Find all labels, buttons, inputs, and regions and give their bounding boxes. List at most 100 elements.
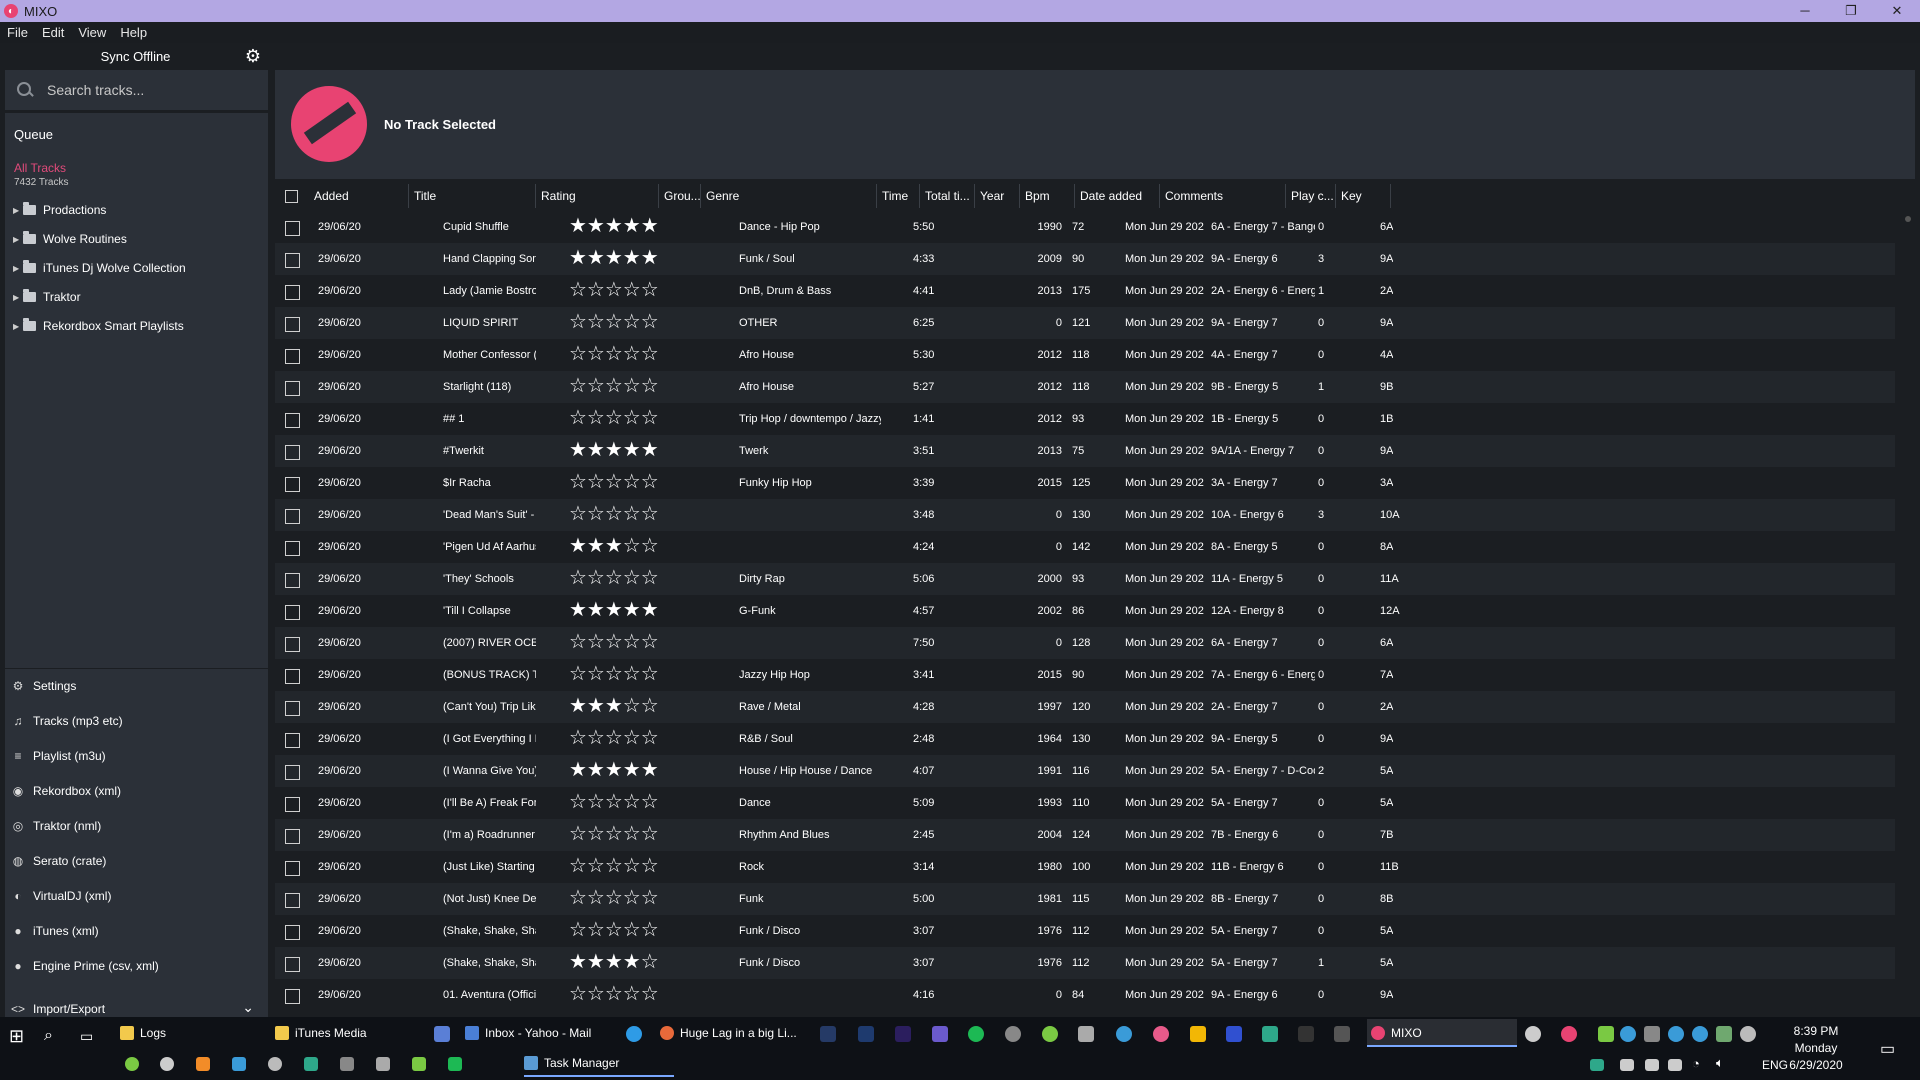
app-icon[interactable] bbox=[1226, 1026, 1242, 1042]
taskbar-app-logs[interactable]: Logs bbox=[120, 1019, 270, 1047]
rating-stars[interactable]: ★★★★★ bbox=[569, 435, 659, 467]
folder-wolve-routines[interactable]: ▶ Wolve Routines bbox=[13, 229, 127, 249]
tray-icon[interactable] bbox=[1645, 1059, 1659, 1071]
premiere-icon[interactable] bbox=[895, 1026, 911, 1042]
taskbar-app-itunes-media[interactable]: iTunes Media bbox=[275, 1019, 425, 1047]
rating-stars[interactable]: ★★★☆☆ bbox=[569, 691, 659, 723]
table-row[interactable]: 29/06/20 (2007) RIVER OCEAN FI 7:50 0 128 Mon… bbox=[275, 627, 1895, 659]
close-icon[interactable]: ✕ bbox=[1874, 0, 1920, 22]
row-checkbox[interactable] bbox=[285, 797, 300, 812]
rating-stars[interactable]: ★★★★★ bbox=[569, 243, 659, 275]
rating-stars[interactable]: ☆☆☆☆☆ bbox=[569, 915, 659, 947]
import-export-toggle[interactable]: <> Import/Export ⌄ bbox=[5, 999, 268, 1019]
column-header-added[interactable]: Added bbox=[309, 184, 409, 208]
tray-icon[interactable] bbox=[268, 1057, 282, 1071]
row-checkbox[interactable] bbox=[285, 541, 300, 556]
expand-arrow-icon[interactable]: ▶ bbox=[13, 322, 23, 331]
expand-arrow-icon[interactable]: ▶ bbox=[13, 235, 23, 244]
table-row[interactable]: 29/06/20 ## 1 Trip Hop / downtempo / Jazzy… bbox=[275, 403, 1895, 435]
row-checkbox[interactable] bbox=[285, 861, 300, 876]
tray-icon[interactable] bbox=[304, 1057, 318, 1071]
menu-file[interactable]: File bbox=[0, 25, 35, 40]
tray-icon[interactable] bbox=[1590, 1059, 1604, 1071]
virtualdj-export-item[interactable]: ◐ VirtualDJ (xml) bbox=[11, 886, 111, 906]
notification-icon[interactable]: ▭ bbox=[1880, 1035, 1895, 1063]
table-row[interactable]: 29/06/20 Lady (Jamie Bostron Ren DnB, Drum… bbox=[275, 275, 1895, 307]
import-export-item[interactable]: <> Import/Export bbox=[11, 999, 105, 1019]
app-icon[interactable] bbox=[1078, 1026, 1094, 1042]
app-icon[interactable] bbox=[1190, 1026, 1206, 1042]
all-tracks-item[interactable]: All Tracks bbox=[14, 161, 66, 175]
rating-stars[interactable]: ★★★★★ bbox=[569, 211, 659, 243]
row-checkbox[interactable] bbox=[285, 829, 300, 844]
expand-arrow-icon[interactable]: ▶ bbox=[13, 264, 23, 273]
rating-stars[interactable]: ★★★★☆ bbox=[569, 947, 659, 979]
windows-start-icon[interactable]: ⊞ bbox=[9, 1022, 24, 1050]
menu-view[interactable]: View bbox=[71, 25, 113, 40]
app-icon[interactable] bbox=[1042, 1026, 1058, 1042]
expand-arrow-icon[interactable]: ▶ bbox=[13, 206, 23, 215]
row-checkbox[interactable] bbox=[285, 989, 300, 1004]
column-header-date-added[interactable]: Date added bbox=[1075, 184, 1160, 208]
table-row[interactable]: 29/06/20 'Pigen Ud Af Aarhus' 4:24 0 142 Mon … bbox=[275, 531, 1895, 563]
rating-stars[interactable]: ☆☆☆☆☆ bbox=[569, 339, 659, 371]
itunes-export-item[interactable]: ● iTunes (xml) bbox=[11, 921, 98, 941]
rating-stars[interactable]: ☆☆☆☆☆ bbox=[569, 563, 659, 595]
taskbar-app-yahoo-mail[interactable]: Inbox - Yahoo - Mail bbox=[465, 1019, 615, 1047]
rating-stars[interactable]: ☆☆☆☆☆ bbox=[569, 627, 659, 659]
rating-stars[interactable]: ☆☆☆☆☆ bbox=[569, 371, 659, 403]
table-row[interactable]: 29/06/20 (BONUS TRACK) The Fo Jazzy Hip Ho… bbox=[275, 659, 1895, 691]
table-row[interactable]: 29/06/20 (Can't You) Trip Like I Do Rave /… bbox=[275, 691, 1895, 723]
wifi-icon[interactable]: ◔ bbox=[1692, 1053, 1700, 1073]
column-header-bpm[interactable]: Bpm bbox=[1020, 184, 1075, 208]
folder-prodactions[interactable]: ▶ Prodactions bbox=[13, 200, 106, 220]
clock[interactable]: 8:39 PM Monday 6/29/2020 bbox=[1776, 1023, 1856, 1074]
column-header-time[interactable]: Time bbox=[877, 184, 920, 208]
tray-icon[interactable] bbox=[196, 1057, 210, 1071]
battery-icon[interactable] bbox=[1668, 1059, 1682, 1071]
rating-stars[interactable]: ☆☆☆☆☆ bbox=[569, 499, 659, 531]
row-checkbox[interactable] bbox=[285, 637, 300, 652]
tray-icon[interactable] bbox=[232, 1057, 246, 1071]
scroll-thumb[interactable] bbox=[1905, 216, 1911, 222]
queue-item[interactable]: Queue bbox=[14, 127, 53, 142]
folder-traktor[interactable]: ▶ Traktor bbox=[13, 287, 81, 307]
tray-icon[interactable] bbox=[340, 1057, 354, 1071]
rating-stars[interactable]: ★★★★★ bbox=[569, 755, 659, 787]
row-checkbox[interactable] bbox=[285, 925, 300, 940]
tray-icon[interactable] bbox=[1525, 1026, 1541, 1042]
column-header-rating[interactable]: Rating bbox=[536, 184, 659, 208]
row-checkbox[interactable] bbox=[285, 509, 300, 524]
tray-icon[interactable] bbox=[160, 1057, 174, 1071]
traktor-export-item[interactable]: ◎ Traktor (nml) bbox=[11, 816, 101, 836]
task-view-icon[interactable]: ▭ bbox=[80, 1022, 93, 1050]
row-checkbox[interactable] bbox=[285, 605, 300, 620]
tray-icon[interactable] bbox=[1644, 1026, 1660, 1042]
tray-icon[interactable] bbox=[412, 1057, 426, 1071]
app-icon[interactable] bbox=[1334, 1026, 1350, 1042]
serato-export-item[interactable]: ◍ Serato (crate) bbox=[11, 851, 107, 871]
table-row[interactable]: 29/06/20 'Till I Collapse G-Funk 4:57 2002 86… bbox=[275, 595, 1895, 627]
select-all-checkbox[interactable] bbox=[285, 190, 298, 203]
row-checkbox[interactable] bbox=[285, 957, 300, 972]
photoshop-icon[interactable] bbox=[858, 1026, 874, 1042]
table-row[interactable]: 29/06/20 Starlight (118) Afro House 5:27 201… bbox=[275, 371, 1895, 403]
rating-stars[interactable]: ☆☆☆☆☆ bbox=[569, 723, 659, 755]
expand-arrow-icon[interactable]: ▶ bbox=[13, 293, 23, 302]
taskbar-app-mixo[interactable]: MIXO bbox=[1367, 1019, 1517, 1047]
app-icon[interactable] bbox=[932, 1026, 948, 1042]
table-row[interactable]: 29/06/20 Hand Clapping Song Funk / Soul 4:3… bbox=[275, 243, 1895, 275]
table-row[interactable]: 29/06/20 Cupid Shuffle Dance - Hip Pop 5:50… bbox=[275, 211, 1895, 243]
tray-icon[interactable] bbox=[1620, 1026, 1636, 1042]
table-row[interactable]: 29/06/20 (Not Just) Knee Deep (Cl Funk 5:00… bbox=[275, 883, 1895, 915]
app-icon[interactable] bbox=[1005, 1026, 1021, 1042]
table-row[interactable]: 29/06/20 (Shake, Shake, Shake) Yo Funk / D… bbox=[275, 947, 1895, 979]
tracks-export-item[interactable]: ♫ Tracks (mp3 etc) bbox=[11, 711, 123, 731]
folder-itunes-dj[interactable]: ▶ iTunes Dj Wolve Collection bbox=[13, 258, 186, 278]
tray-icon[interactable] bbox=[1598, 1026, 1614, 1042]
rating-stars[interactable]: ★★★☆☆ bbox=[569, 531, 659, 563]
row-checkbox[interactable] bbox=[285, 701, 300, 716]
rating-stars[interactable]: ☆☆☆☆☆ bbox=[569, 307, 659, 339]
volume-icon[interactable]: 🔈︎ bbox=[1716, 1053, 1724, 1073]
row-checkbox[interactable] bbox=[285, 253, 300, 268]
